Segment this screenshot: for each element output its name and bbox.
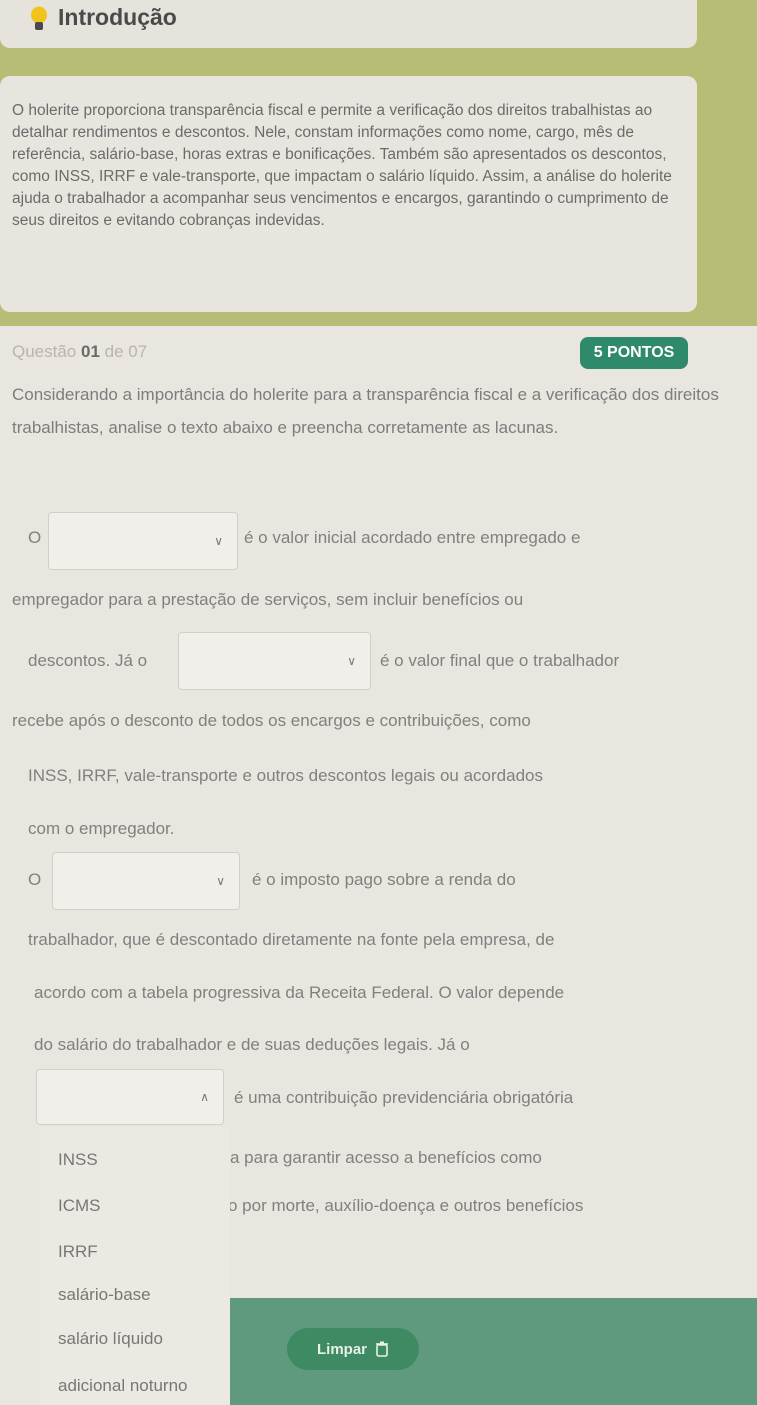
dropdown-option[interactable]: salário líquido <box>58 1329 163 1349</box>
blank-dropdown-3[interactable]: ∨ <box>52 852 240 910</box>
dropdown-option[interactable]: ICMS <box>58 1196 101 1216</box>
points-badge: 5 PONTOS <box>580 337 688 369</box>
passage-text: recebe após o desconto de todos os encar… <box>12 711 531 730</box>
passage-text: o por morte, auxílio-doença e outros ben… <box>228 1196 584 1215</box>
dropdown-option[interactable]: adicional noturno <box>58 1376 187 1396</box>
intro-text: O holerite proporciona transparência fis… <box>12 102 672 229</box>
dropdown-option[interactable]: IRRF <box>58 1242 98 1262</box>
dropdown-option[interactable]: INSS <box>58 1150 98 1170</box>
passage-text: do salário do trabalhador e de suas dedu… <box>34 1035 470 1054</box>
passage-text: é uma contribuição previdenciária obriga… <box>234 1088 574 1107</box>
question-prompt: Considerando a importância do holerite p… <box>12 385 719 437</box>
passage-text: trabalhador, que é descontado diretament… <box>28 930 555 949</box>
chevron-down-icon: ∨ <box>214 534 223 548</box>
chevron-down-icon: ∨ <box>347 654 356 668</box>
dropdown-option[interactable]: salário-base <box>58 1285 151 1305</box>
lightbulb-icon <box>31 6 47 30</box>
passage-text: empregador para a prestação de serviços,… <box>12 590 524 609</box>
passage-text: O <box>28 528 42 547</box>
passage-text: INSS, IRRF, vale-transporte e outros des… <box>28 766 543 785</box>
chevron-up-icon: ∧ <box>200 1090 209 1104</box>
trash-icon <box>376 1341 388 1357</box>
blank-dropdown-4[interactable]: ∧ <box>36 1069 224 1125</box>
passage-text: a para garantir acesso a benefícios como <box>230 1148 542 1167</box>
intro-title: Introdução <box>58 4 177 30</box>
passage-text: é o valor inicial acordado entre emprega… <box>244 528 581 547</box>
passage-text: é o imposto pago sobre a renda do <box>252 870 516 889</box>
question-label: Questão 01 de 07 <box>12 342 148 361</box>
passage-text: com o empregador. <box>28 819 175 838</box>
clear-button-label: Limpar <box>316 1340 367 1358</box>
passage-text: é o valor final que o trabalhador <box>380 651 620 670</box>
clear-button[interactable]: Limpar <box>287 1328 419 1370</box>
passage-text: acordo com a tabela progressiva da Recei… <box>34 983 565 1002</box>
chevron-down-icon: ∨ <box>216 874 225 888</box>
passage-text: O <box>28 870 42 889</box>
blank-dropdown-2[interactable]: ∨ <box>178 632 371 690</box>
intro-header-card: Introdução <box>0 0 697 48</box>
blank-dropdown-1[interactable]: ∨ <box>48 512 238 570</box>
passage-text: descontos. Já o <box>28 651 148 670</box>
